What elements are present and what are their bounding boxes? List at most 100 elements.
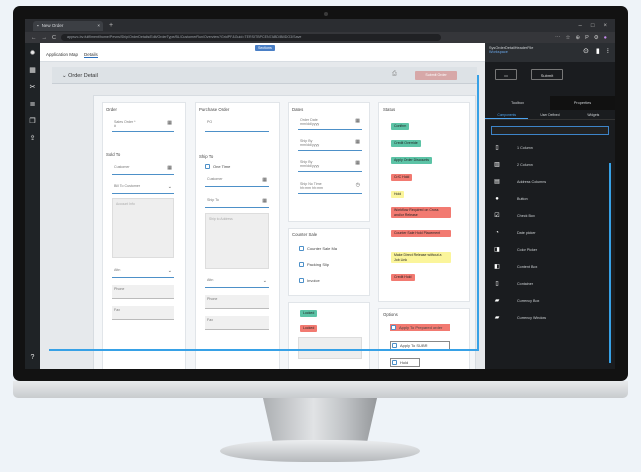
sections-badge[interactable]: Sections xyxy=(255,45,275,51)
new-tab-button[interactable]: + xyxy=(109,22,113,29)
subtab-widgets[interactable]: Widgets xyxy=(572,110,615,119)
ship-to-fax-field[interactable]: Fax xyxy=(205,316,269,330)
sold-to-address-box[interactable]: Account Info xyxy=(112,198,174,258)
browser-tab-bar: ▪ New Order × + – □ × xyxy=(25,19,615,32)
bill-to-customer-field[interactable]: Bill To Customer ⌄ xyxy=(112,182,174,194)
url-field[interactable]: appsvc-bv-fulfilment/home/Pevns/Ship/Ord… xyxy=(60,34,441,41)
lookup-icon[interactable]: ▦ xyxy=(167,165,172,171)
ship-time-field[interactable]: Ship No Time hh:mm hh:mm ◷ xyxy=(298,180,362,194)
reload-icon[interactable]: C xyxy=(52,35,56,41)
tab-toolbox[interactable]: Toolbox xyxy=(485,96,550,110)
tab-details[interactable]: Details xyxy=(84,52,98,58)
component-button[interactable]: ● Button xyxy=(485,190,615,207)
locked-pill-red[interactable]: Locked xyxy=(300,325,318,332)
target-icon[interactable]: ⊙ xyxy=(583,47,589,55)
subtab-components[interactable]: Components xyxy=(485,110,529,119)
component-color-picker[interactable]: ◨ Color Picker xyxy=(485,241,615,258)
ship-by-date-2-field[interactable]: Ship By mm/dd/yyyy ▦ xyxy=(298,158,362,172)
component-content-box[interactable]: ◧ Content Box xyxy=(485,258,615,275)
packing-slip-checkbox[interactable]: Packing Slip xyxy=(299,262,329,267)
zoom-icon[interactable]: ⊕ xyxy=(575,35,580,41)
ship-to-field[interactable]: Ship To ▦ xyxy=(205,196,269,208)
sold-to-phone-field[interactable]: Phone xyxy=(112,285,174,299)
preview-button[interactable]: ▭ xyxy=(495,68,517,80)
export-icon[interactable]: ⇪ xyxy=(30,134,36,142)
component-currency-box[interactable]: ▰ Currency Box xyxy=(485,292,615,309)
invoice-checkbox[interactable]: Invoice xyxy=(299,278,320,283)
chevron-down-icon[interactable]: ⌄ xyxy=(263,278,267,284)
profile-p-icon[interactable]: P xyxy=(585,35,589,41)
component-2-column[interactable]: ▥ 2 Column xyxy=(485,156,615,173)
lookup-icon[interactable]: ▦ xyxy=(262,198,267,204)
maximize-icon[interactable]: □ xyxy=(591,23,595,29)
forward-icon[interactable]: → xyxy=(42,35,48,41)
menu-dots-icon[interactable]: ⋯ xyxy=(555,35,561,41)
status-apply-discounts[interactable]: Apply Order Discounts xyxy=(391,157,433,164)
radio-icon: ● xyxy=(495,195,499,202)
status-workflow-required[interactable]: Workflow Required on Cross and/or Releas… xyxy=(391,207,451,218)
calendar-icon[interactable]: ▦ xyxy=(355,160,360,166)
tab-properties[interactable]: Properties xyxy=(550,96,615,110)
ship-by-date-field[interactable]: Ship By mm/dd/yyyy ▦ xyxy=(298,137,362,151)
status-crc-hold[interactable]: Cr/C Hold xyxy=(391,174,413,181)
copy-icon[interactable]: ❐ xyxy=(29,117,35,125)
save-icon[interactable]: ▮ xyxy=(596,47,600,55)
clock-icon[interactable]: ◷ xyxy=(356,182,360,188)
status-direct-release[interactable]: Make Direct Release without a Job Link xyxy=(391,252,451,263)
po-field[interactable]: PO xyxy=(205,118,269,132)
locked-box[interactable] xyxy=(298,337,362,359)
minimize-icon[interactable]: – xyxy=(579,23,582,29)
grid-icon[interactable]: ▦ xyxy=(29,66,36,74)
account-icon[interactable]: ● xyxy=(604,35,607,41)
calendar-icon[interactable]: ▦ xyxy=(355,118,360,124)
counter-sale-checkbox[interactable]: Counter Sale Ma xyxy=(299,246,337,251)
order-date-field[interactable]: Order Date mm/dd/yyyy ▦ xyxy=(298,116,362,130)
list-icon[interactable]: ≣ xyxy=(30,100,36,108)
sold-to-attn-field[interactable]: Attn ⌄ xyxy=(112,266,174,278)
component-1-column[interactable]: ▯ 1 Column xyxy=(485,139,615,156)
ship-to-address-box[interactable]: Ship to Address xyxy=(205,213,269,269)
close-tab-icon[interactable]: × xyxy=(97,23,100,28)
component-container[interactable]: ▯ Container xyxy=(485,275,615,292)
star-icon[interactable]: ☆ xyxy=(566,35,571,41)
lookup-icon[interactable]: ▦ xyxy=(262,177,267,183)
option-hold[interactable]: Hold xyxy=(390,358,420,367)
browser-tab[interactable]: ▪ New Order × xyxy=(33,20,103,31)
option-apply-prepared[interactable]: Apply To Prepared order xyxy=(390,324,450,331)
sales-order-field[interactable]: Sales Order * # ▦ xyxy=(112,118,174,132)
locked-pill-green[interactable]: Locked xyxy=(300,310,318,317)
component-search-input[interactable] xyxy=(491,126,609,135)
one-time-checkbox[interactable]: One Time xyxy=(205,164,230,169)
status-hold[interactable]: Hold xyxy=(391,191,405,198)
component-currency-window[interactable]: ▰ Currency Window xyxy=(485,309,615,326)
order-detail-title[interactable]: ⌄ Order Detail xyxy=(62,73,98,79)
panel-scrollbar[interactable] xyxy=(609,163,611,363)
subtab-user-defined[interactable]: User Defined xyxy=(528,110,571,119)
calendar-icon[interactable]: ▦ xyxy=(355,139,360,145)
more-icon[interactable]: ⁝ xyxy=(607,47,609,55)
ship-to-phone-field[interactable]: Phone xyxy=(205,295,269,309)
status-confirm[interactable]: Confirm xyxy=(391,123,410,130)
settings-icon[interactable]: ✹ xyxy=(30,49,36,57)
extensions-icon[interactable]: ⚙ xyxy=(594,35,599,41)
submit-panel-button[interactable]: Submit xyxy=(531,68,563,80)
chevron-down-icon[interactable]: ⌄ xyxy=(168,268,172,274)
chevron-down-icon[interactable]: ⌄ xyxy=(168,184,172,190)
tab-application-map[interactable]: Application Map xyxy=(46,52,78,58)
tools-icon[interactable]: ✂ xyxy=(30,83,36,91)
close-window-icon[interactable]: × xyxy=(603,23,607,29)
status-counter-sale-hold[interactable]: Counter Sale Hold Placement xyxy=(391,230,451,237)
status-credit-hold[interactable]: Credit Hold xyxy=(391,274,415,281)
sold-to-customer-field[interactable]: Customer ▦ xyxy=(112,163,174,175)
ship-to-customer-field[interactable]: Customer ▦ xyxy=(205,175,269,187)
status-credit-override[interactable]: Credit Override xyxy=(391,140,421,147)
component-address-columns[interactable]: ▤ Address Columns xyxy=(485,173,615,190)
submit-order-button[interactable]: Submit Order xyxy=(415,71,457,80)
print-icon[interactable]: ⎙ xyxy=(392,71,397,78)
ship-to-attn-field[interactable]: Attn ⌄ xyxy=(205,276,269,288)
component-check-box[interactable]: ☑ Check Box xyxy=(485,207,615,224)
component-date-picker[interactable]: ◔ Date picker xyxy=(485,224,615,241)
sold-to-fax-field[interactable]: Fax xyxy=(112,306,174,320)
back-icon[interactable]: ← xyxy=(31,35,37,41)
help-icon[interactable]: ? xyxy=(31,354,35,361)
